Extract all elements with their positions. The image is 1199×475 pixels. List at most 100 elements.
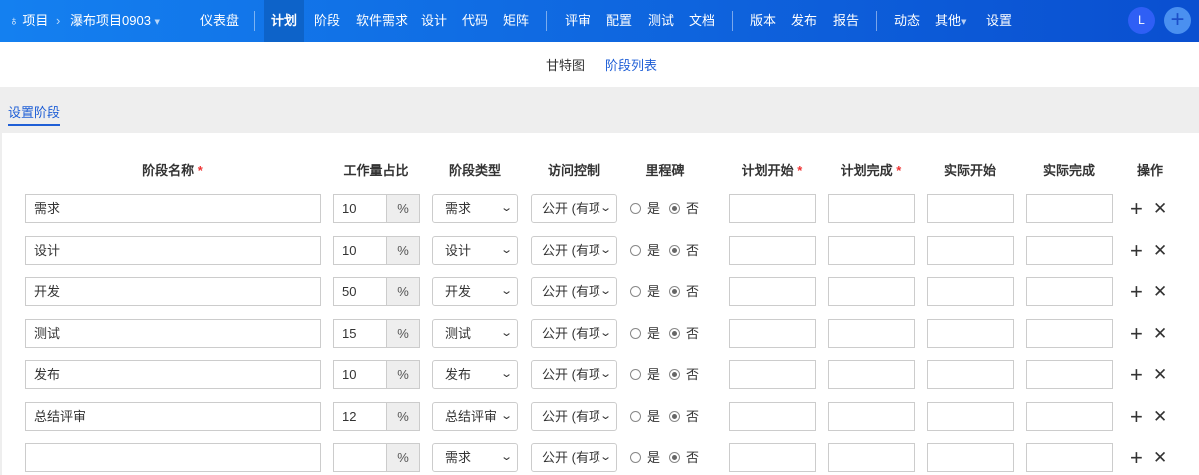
nav-item[interactable]: 报告 — [833, 0, 859, 42]
project-link[interactable]: ♁ 项目 — [9, 0, 48, 42]
add-row-icon[interactable]: + — [1130, 194, 1143, 223]
milestone-no-radio[interactable]: 否 — [669, 194, 699, 223]
ratio-input[interactable]: 12 — [333, 401, 387, 431]
nav-item-active[interactable]: 计划 — [264, 0, 304, 42]
milestone-yes-radio[interactable]: 是 — [630, 319, 660, 348]
plan-start-input[interactable] — [729, 360, 816, 389]
actual-start-input[interactable] — [927, 277, 1014, 306]
plan-start-input[interactable] — [729, 443, 816, 472]
stage-name-input[interactable]: 开发 — [25, 277, 321, 306]
avatar[interactable]: L — [1128, 7, 1155, 34]
tab-set-stage[interactable]: 设置阶段 — [8, 102, 61, 126]
add-row-icon[interactable]: + — [1130, 443, 1143, 472]
plan-end-input[interactable] — [828, 194, 915, 223]
ratio-input[interactable]: 10 — [333, 360, 387, 389]
access-select[interactable]: 公开 (有项 ⌄ — [531, 360, 617, 389]
plan-start-input[interactable] — [729, 401, 816, 431]
milestone-yes-radio[interactable]: 是 — [630, 402, 660, 431]
actual-end-input[interactable] — [1026, 318, 1113, 348]
actual-end-input[interactable] — [1026, 235, 1113, 265]
plan-end-input[interactable] — [828, 277, 915, 306]
nav-item[interactable]: 动态 — [894, 0, 920, 42]
plan-start-input[interactable] — [729, 277, 816, 306]
add-row-icon[interactable]: + — [1130, 236, 1143, 265]
project-switcher[interactable]: 瀑布项目0903 ▾ — [70, 0, 160, 43]
access-select[interactable]: 公开 (有项 ⌄ — [531, 401, 617, 431]
milestone-no-radio[interactable]: 否 — [669, 360, 699, 389]
stage-name-input[interactable]: 测试 — [25, 318, 321, 348]
remove-row-icon[interactable]: ✕ — [1153, 194, 1167, 223]
remove-row-icon[interactable]: ✕ — [1153, 236, 1167, 265]
stage-name-input[interactable] — [25, 443, 321, 472]
nav-item[interactable]: 阶段 — [314, 0, 340, 42]
stage-name-input[interactable]: 总结评审 — [25, 401, 321, 431]
add-row-icon[interactable]: + — [1130, 360, 1143, 389]
nav-item[interactable]: 设置 — [986, 0, 1012, 42]
remove-row-icon[interactable]: ✕ — [1153, 443, 1167, 472]
ratio-input[interactable]: 15 — [333, 318, 387, 348]
access-select[interactable]: 公开 (有项 ⌄ — [531, 194, 617, 223]
access-select[interactable]: 公开 (有项 ⌄ — [531, 443, 617, 472]
remove-row-icon[interactable]: ✕ — [1153, 319, 1167, 348]
plan-start-input[interactable] — [729, 318, 816, 348]
stage-type-select[interactable]: 需求 ⌄ — [432, 443, 518, 472]
actual-start-input[interactable] — [927, 360, 1014, 389]
actual-start-input[interactable] — [927, 401, 1014, 431]
actual-start-input[interactable] — [927, 194, 1014, 223]
actual-end-input[interactable] — [1026, 277, 1113, 306]
nav-item[interactable]: 软件需求 — [356, 0, 408, 42]
stage-type-select[interactable]: 设计 ⌄ — [432, 235, 518, 265]
milestone-yes-radio[interactable]: 是 — [630, 360, 660, 389]
stage-name-input[interactable]: 设计 — [25, 235, 321, 265]
nav-item[interactable]: 版本 — [750, 0, 776, 42]
actual-end-input[interactable] — [1026, 443, 1113, 472]
access-select[interactable]: 公开 (有项 ⌄ — [531, 235, 617, 265]
nav-item[interactable]: 文档 — [689, 0, 715, 42]
plan-end-input[interactable] — [828, 360, 915, 389]
milestone-no-radio[interactable]: 否 — [669, 277, 699, 306]
plan-start-input[interactable] — [729, 235, 816, 265]
nav-item[interactable]: 测试 — [648, 0, 674, 42]
actual-end-input[interactable] — [1026, 401, 1113, 431]
milestone-no-radio[interactable]: 否 — [669, 402, 699, 431]
plan-start-input[interactable] — [729, 194, 816, 223]
nav-item[interactable]: 配置 — [606, 0, 632, 42]
stage-name-input[interactable]: 需求 — [25, 194, 321, 223]
milestone-yes-radio[interactable]: 是 — [630, 277, 660, 306]
milestone-no-radio[interactable]: 否 — [669, 443, 699, 472]
milestone-no-radio[interactable]: 否 — [669, 236, 699, 265]
access-select[interactable]: 公开 (有项 ⌄ — [531, 277, 617, 306]
nav-item[interactable]: 仪表盘 — [200, 0, 239, 42]
plan-end-input[interactable] — [828, 235, 915, 265]
actual-end-input[interactable] — [1026, 194, 1113, 223]
nav-item-more[interactable]: 其他▾ — [935, 0, 966, 43]
actual-end-input[interactable] — [1026, 360, 1113, 389]
nav-item[interactable]: 评审 — [565, 0, 591, 42]
plan-end-input[interactable] — [828, 401, 915, 431]
nav-item[interactable]: 代码 — [462, 0, 488, 42]
nav-item[interactable]: 发布 — [791, 0, 817, 42]
actual-start-input[interactable] — [927, 318, 1014, 348]
add-row-icon[interactable]: + — [1130, 319, 1143, 348]
ratio-input[interactable]: 50 — [333, 277, 387, 306]
milestone-no-radio[interactable]: 否 — [669, 319, 699, 348]
actual-start-input[interactable] — [927, 443, 1014, 472]
milestone-yes-radio[interactable]: 是 — [630, 194, 660, 223]
stage-type-select[interactable]: 总结评审 ⌄ — [432, 401, 518, 431]
actual-start-input[interactable] — [927, 235, 1014, 265]
stage-name-input[interactable]: 发布 — [25, 360, 321, 389]
add-row-icon[interactable]: + — [1130, 277, 1143, 306]
ratio-input[interactable]: 10 — [333, 194, 387, 223]
stage-type-select[interactable]: 发布 ⌄ — [432, 360, 518, 389]
access-select[interactable]: 公开 (有项 ⌄ — [531, 318, 617, 348]
ratio-input[interactable] — [333, 443, 387, 472]
stage-type-select[interactable]: 需求 ⌄ — [432, 194, 518, 223]
tab-gantt[interactable]: 甘特图 — [546, 55, 585, 74]
milestone-yes-radio[interactable]: 是 — [630, 443, 660, 472]
tab-stage-list[interactable]: 阶段列表 — [605, 55, 657, 74]
stage-type-select[interactable]: 开发 ⌄ — [432, 277, 518, 306]
remove-row-icon[interactable]: ✕ — [1153, 402, 1167, 431]
stage-type-select[interactable]: 测试 ⌄ — [432, 318, 518, 348]
remove-row-icon[interactable]: ✕ — [1153, 277, 1167, 306]
milestone-yes-radio[interactable]: 是 — [630, 236, 660, 265]
